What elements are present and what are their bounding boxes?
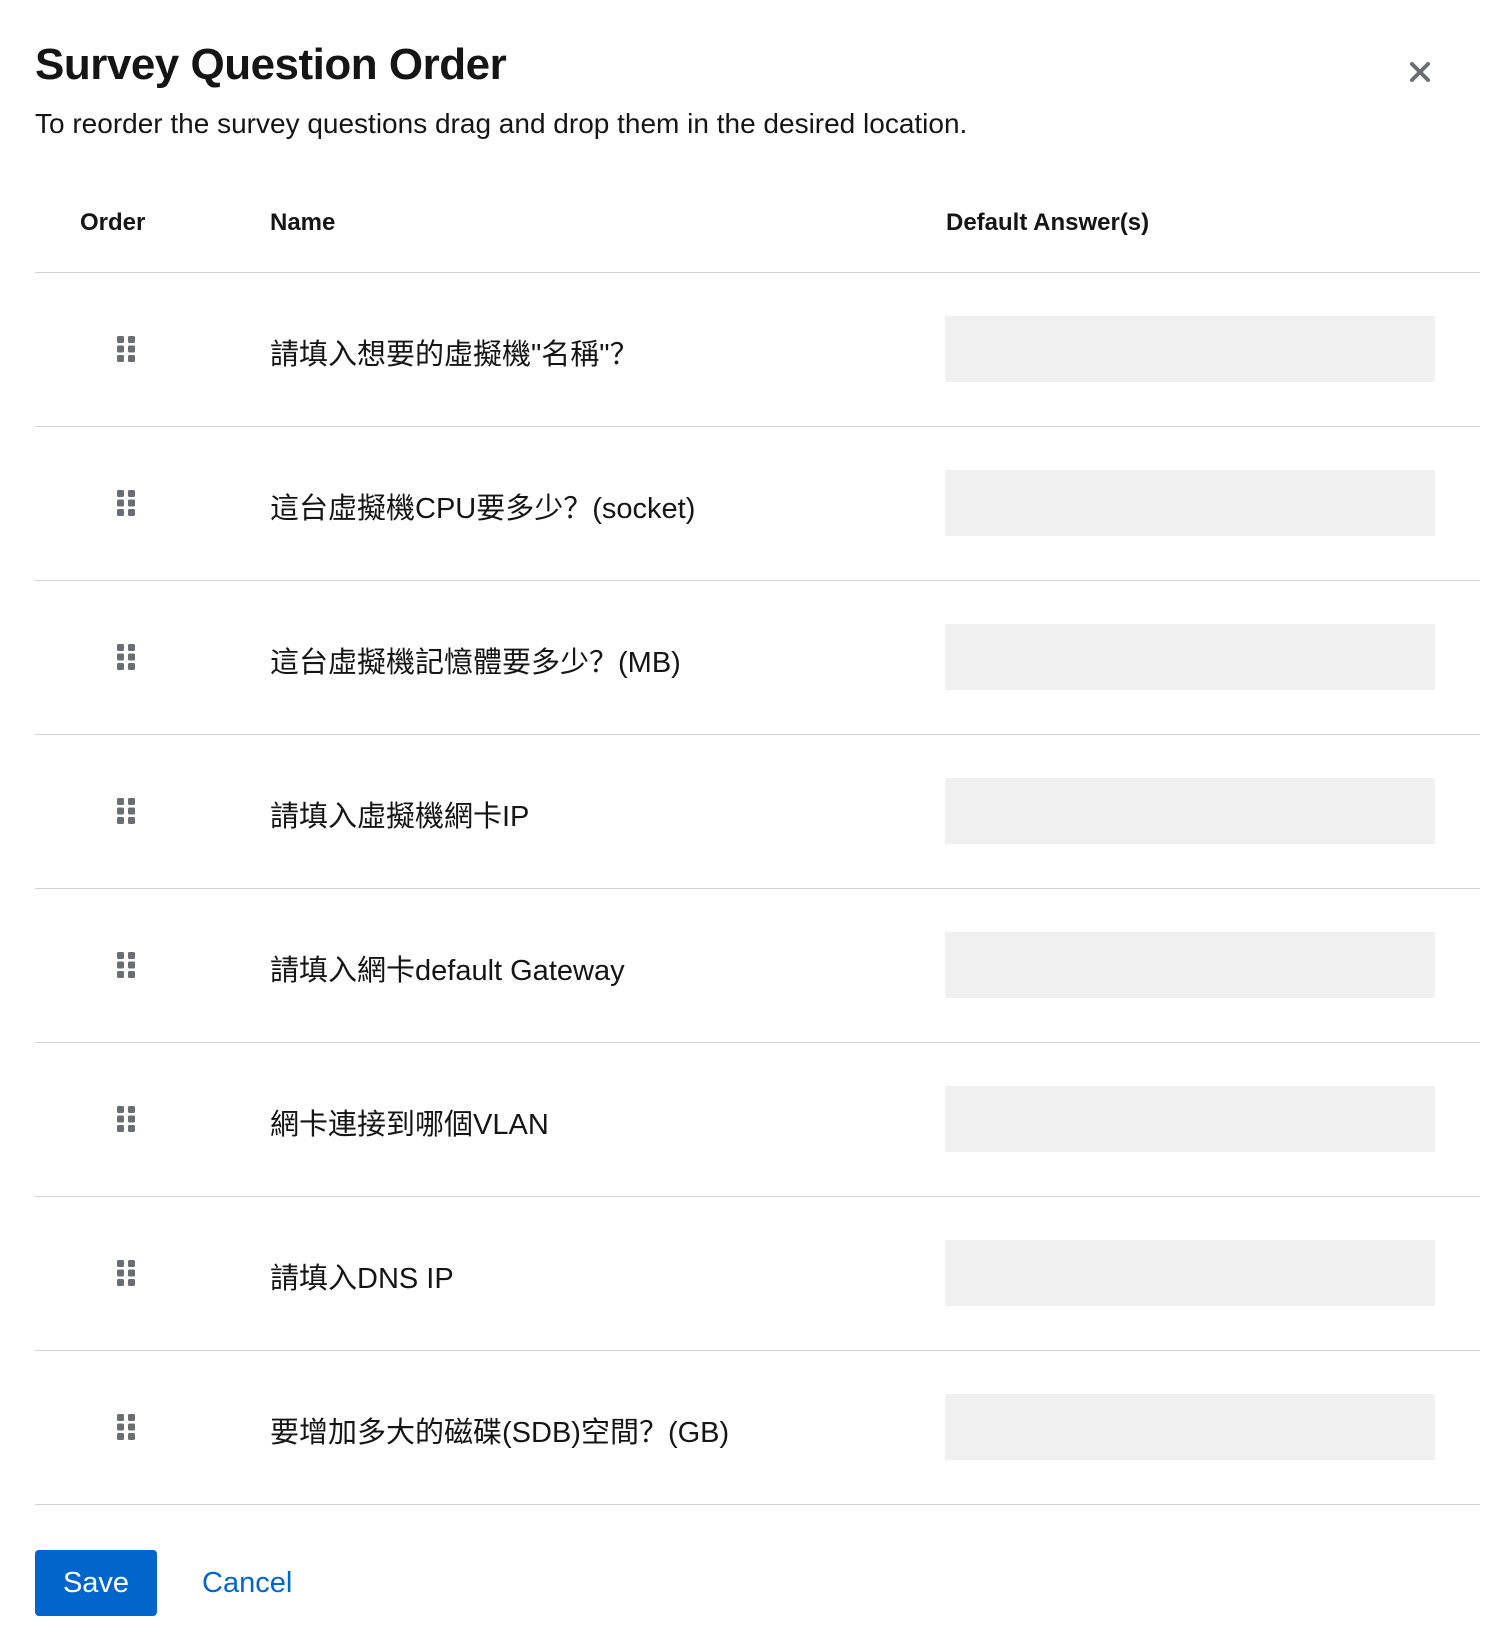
- table-row[interactable]: 請填入想要的虛擬機"名稱"？: [35, 273, 1480, 427]
- default-answer: [945, 778, 1435, 844]
- drag-handle[interactable]: [111, 334, 141, 364]
- cancel-button[interactable]: Cancel: [202, 1567, 292, 1600]
- drag-handle[interactable]: [111, 950, 141, 980]
- question-order-table: Order Name Default Answer(s) 請填入想要的虛擬機"名…: [35, 175, 1480, 1505]
- question-name: 這台虛擬機CPU要多少？(socket): [270, 493, 696, 525]
- question-name: 請填入虛擬機網卡IP: [270, 801, 530, 833]
- drag-handle[interactable]: [111, 796, 141, 826]
- grip-vertical-icon: [117, 336, 135, 362]
- grip-vertical-icon: [117, 644, 135, 670]
- question-name: 請填入網卡default Gateway: [270, 955, 625, 987]
- column-header-order: Order: [80, 209, 146, 236]
- question-name: 要增加多大的磁碟(SDB)空間？(GB): [270, 1417, 730, 1449]
- question-name: 網卡連接到哪個VLAN: [270, 1109, 549, 1141]
- default-answer: [945, 470, 1435, 536]
- default-answer: [945, 932, 1435, 998]
- table-row[interactable]: 請填入DNS IP: [35, 1197, 1480, 1351]
- save-button[interactable]: Save: [35, 1550, 157, 1616]
- close-button[interactable]: [1400, 52, 1440, 92]
- grip-vertical-icon: [117, 490, 135, 516]
- drag-handle[interactable]: [111, 642, 141, 672]
- modal-title: Survey Question Order: [35, 40, 507, 89]
- default-answer: [945, 1240, 1435, 1306]
- default-answer: [945, 1086, 1435, 1152]
- modal-footer: Save Cancel: [35, 1550, 292, 1616]
- grip-vertical-icon: [117, 798, 135, 824]
- default-answer: [945, 624, 1435, 690]
- table-header: Order Name Default Answer(s): [35, 175, 1480, 273]
- question-name: 請填入DNS IP: [270, 1263, 454, 1295]
- grip-vertical-icon: [117, 952, 135, 978]
- table-row[interactable]: 請填入網卡default Gateway: [35, 889, 1480, 1043]
- table-row[interactable]: 這台虛擬機CPU要多少？(socket): [35, 427, 1480, 581]
- column-header-default-answers: Default Answer(s): [946, 209, 1150, 236]
- survey-order-modal: Survey Question Order To reorder the sur…: [0, 0, 1510, 1640]
- drag-handle[interactable]: [111, 1104, 141, 1134]
- table-row[interactable]: 要增加多大的磁碟(SDB)空間？(GB): [35, 1351, 1480, 1505]
- column-header-name: Name: [270, 209, 336, 236]
- drag-handle[interactable]: [111, 1258, 141, 1288]
- grip-vertical-icon: [117, 1106, 135, 1132]
- close-icon: [1410, 62, 1430, 82]
- modal-description: To reorder the survey questions drag and…: [35, 108, 968, 139]
- grip-vertical-icon: [117, 1414, 135, 1440]
- table-row[interactable]: 網卡連接到哪個VLAN: [35, 1043, 1480, 1197]
- drag-handle[interactable]: [111, 1412, 141, 1442]
- grip-vertical-icon: [117, 1260, 135, 1286]
- question-name: 這台虛擬機記憶體要多少？(MB): [270, 647, 681, 679]
- question-name: 請填入想要的虛擬機"名稱"？: [270, 339, 639, 371]
- default-answer: [945, 316, 1435, 382]
- table-row[interactable]: 這台虛擬機記憶體要多少？(MB): [35, 581, 1480, 735]
- table-row[interactable]: 請填入虛擬機網卡IP: [35, 735, 1480, 889]
- drag-handle[interactable]: [111, 488, 141, 518]
- default-answer: [945, 1394, 1435, 1460]
